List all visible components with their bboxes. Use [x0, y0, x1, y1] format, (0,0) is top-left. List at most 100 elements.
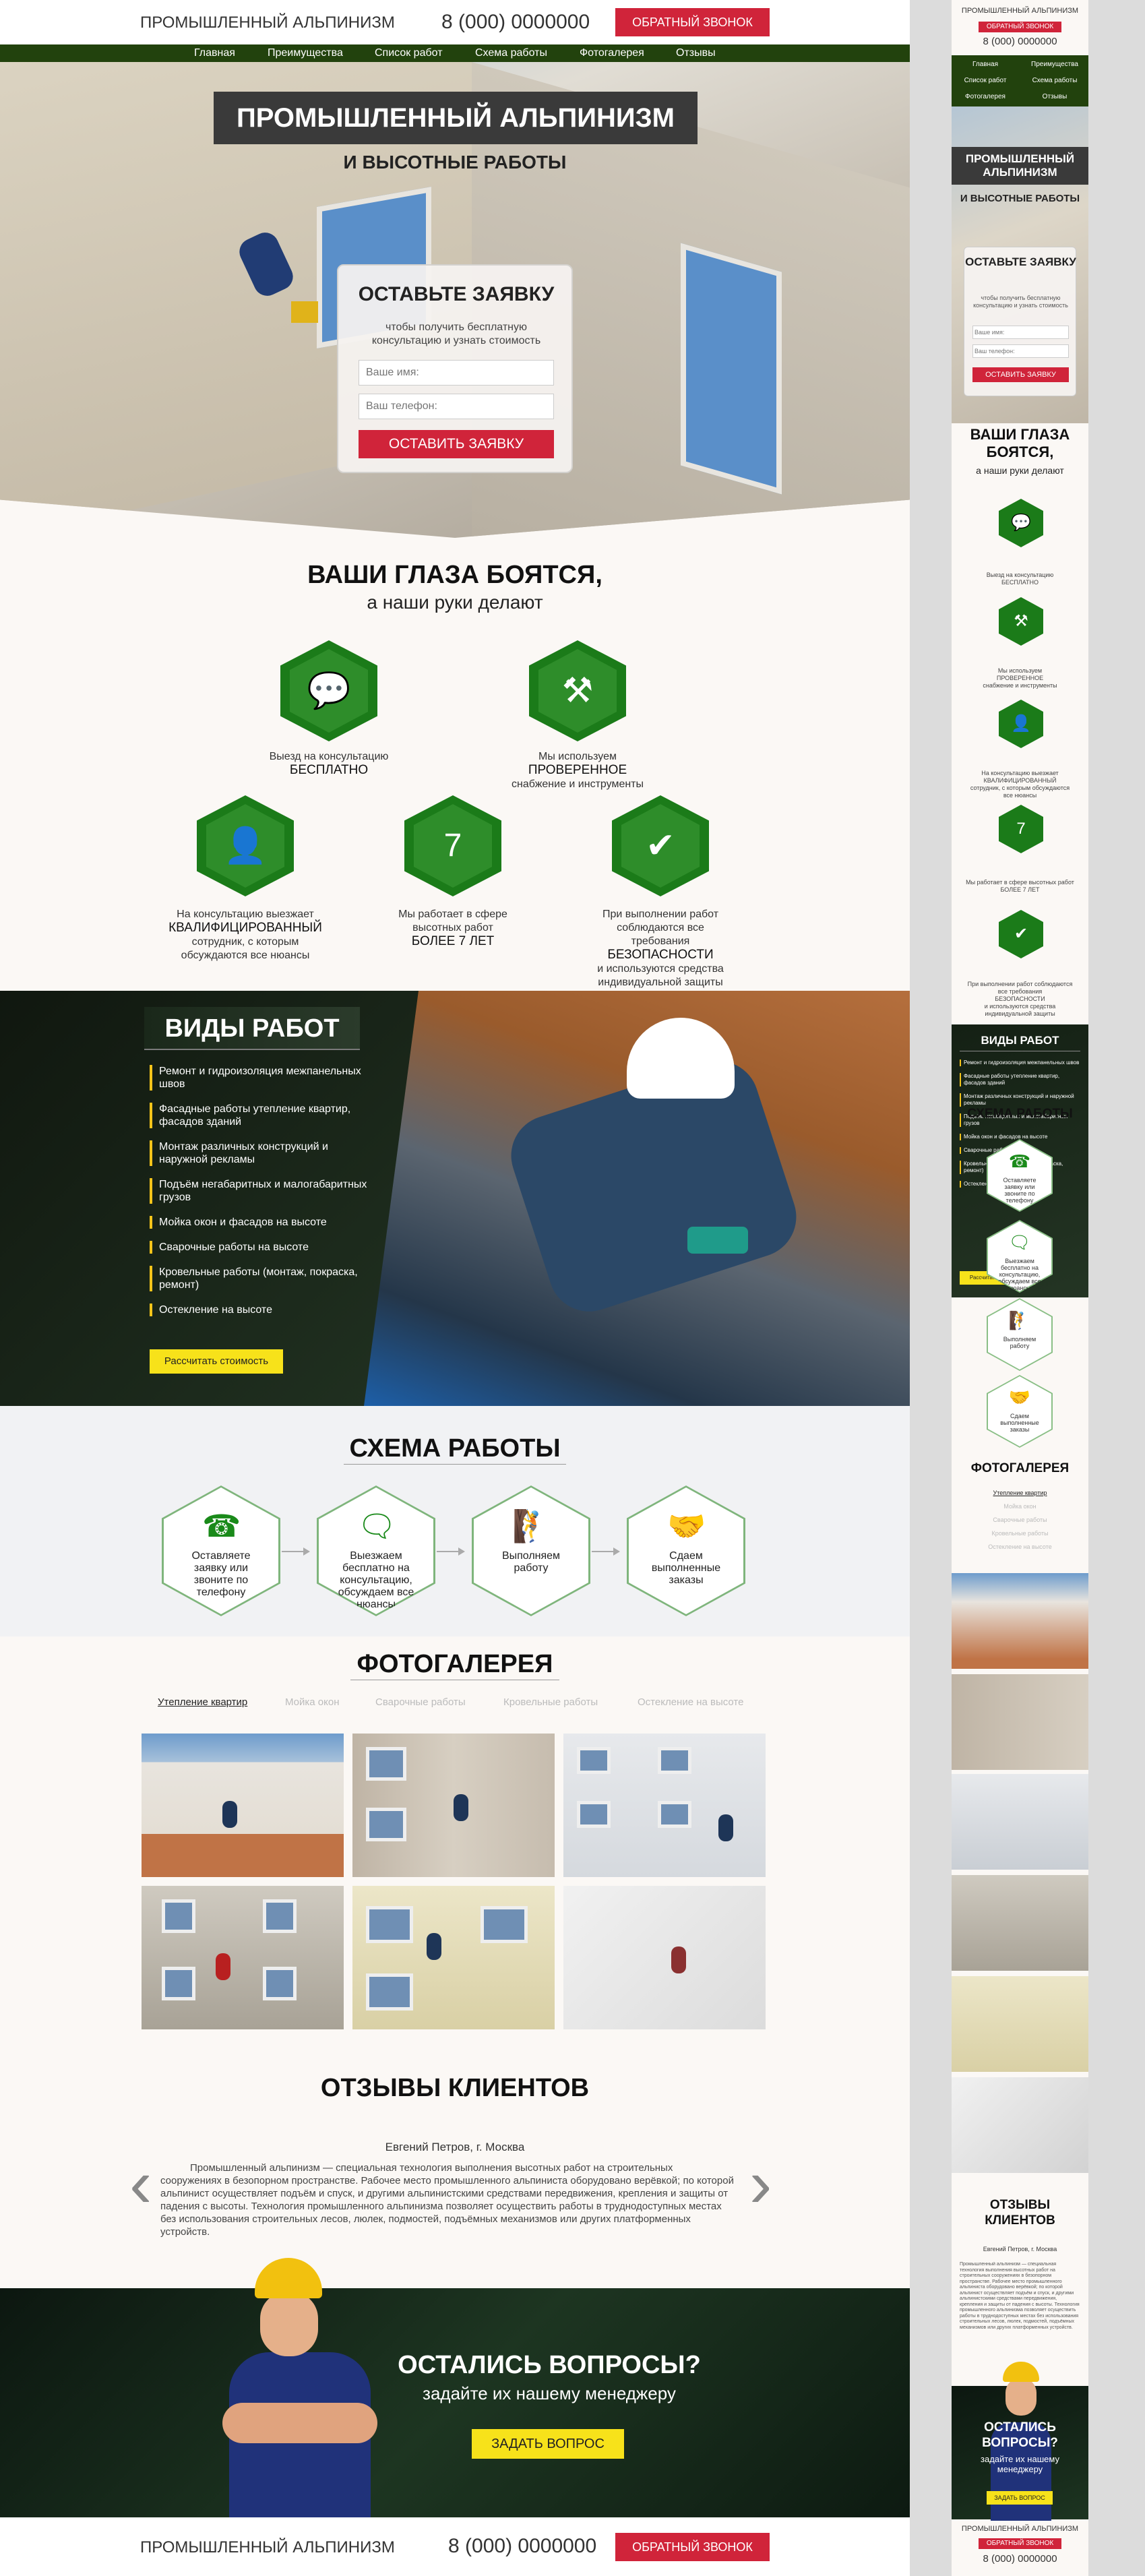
tab-windows[interactable]: Мойка окон: [285, 1696, 340, 1708]
gallery-photo[interactable]: [352, 1886, 555, 2029]
request-form: ОСТАВЬТЕ ЗАЯВКУ чтобы получить бесплатну…: [337, 264, 573, 473]
chevron-left-icon[interactable]: ‹: [129, 2150, 154, 2224]
name-field[interactable]: [359, 360, 554, 386]
arrow-icon: [437, 1547, 465, 1556]
tab-roofing[interactable]: Кровельные работы: [952, 1530, 1088, 1537]
gallery-photo[interactable]: [952, 1875, 1088, 1971]
nav-item-advantages[interactable]: Преимущества: [1021, 61, 1088, 68]
manager-photo: [222, 2258, 384, 2517]
desktop-layout: ПРОМЫШЛЕННЫЙ АЛЬПИНИЗМ 8 (000) 0000000 О…: [0, 0, 910, 2576]
jackhammer-icon: ⚒: [999, 597, 1043, 646]
tab-glazing[interactable]: Остекление на высоте: [952, 1543, 1088, 1550]
phone-icon: ☎: [202, 1508, 241, 1543]
nav-item-reviews[interactable]: Отзывы: [676, 47, 716, 59]
name-field[interactable]: [972, 326, 1069, 339]
gallery-photo[interactable]: [142, 1886, 344, 2029]
advantage-experience: Мы работает в сфере высотных работ БОЛЕЕ …: [966, 879, 1074, 893]
scheme-section: СХЕМА РАБОТЫ ☎ Оставляете заявку или звон…: [0, 1406, 910, 1636]
ask-question-button[interactable]: ЗАДАТЬ ВОПРОС: [472, 2429, 624, 2459]
tab-insulation[interactable]: Утепление квартир: [952, 1490, 1088, 1496]
gallery-photo[interactable]: [952, 2077, 1088, 2173]
nav-item-reviews[interactable]: Отзывы: [1021, 93, 1088, 100]
phone-number[interactable]: 8 (000) 0000000: [952, 36, 1088, 47]
hero-title: ПРОМЫШЛЕННЫЙ АЛЬПИНИЗМ: [952, 147, 1088, 185]
submit-request-button[interactable]: ОСТАВИТЬ ЗАЯВКУ: [359, 430, 554, 458]
tab-windows[interactable]: Мойка окон: [952, 1503, 1088, 1510]
scheme-step-work: 🧗 Выполняем работу: [987, 1298, 1053, 1371]
gallery-photo[interactable]: [952, 1674, 1088, 1770]
submit-request-button[interactable]: ОСТАВИТЬ ЗАЯВКУ: [972, 367, 1069, 382]
phone-field[interactable]: [359, 394, 554, 419]
brand-name: ПРОМЫШЛЕННЫЙ АЛЬПИНИЗМ: [961, 2525, 1079, 2533]
gallery-photo[interactable]: [952, 1774, 1088, 1870]
brand-name: ПРОМЫШЛЕННЫЙ АЛЬПИНИЗМ: [961, 7, 1079, 15]
tab-welding[interactable]: Сварочные работы: [952, 1516, 1088, 1523]
chevron-right-icon[interactable]: ›: [749, 2150, 774, 2224]
questions-title: ОСТАЛИСЬ ВОПРОСЫ?: [982, 2420, 1058, 2450]
tool-bag: [291, 301, 318, 323]
nav-item-scheme[interactable]: Схема работы: [475, 47, 547, 59]
calculate-cost-button[interactable]: Рассчитать стоимость: [150, 1349, 283, 1374]
gallery-photo[interactable]: [142, 1734, 344, 1877]
questions-subtitle: задайте их нашему менеджеру: [423, 2383, 676, 2403]
form-title: ОСТАВЬТЕ ЗАЯВКУ: [358, 283, 555, 305]
form-title: ОСТАВЬТЕ ЗАЯВКУ: [965, 255, 1076, 268]
nav-item-home[interactable]: Главная: [952, 61, 1019, 68]
nav-item-scheme[interactable]: Схема работы: [1021, 77, 1088, 84]
seven-icon: 7: [999, 805, 1043, 853]
consultant-icon: 🗨: [1008, 1232, 1031, 1252]
scheme-step-request: ☎ Оставляете заявку или звоните по телефо…: [162, 1485, 280, 1616]
shield-check-icon: ✔: [999, 910, 1043, 958]
callback-button[interactable]: ОБРАТНЫЙ ЗВОНОК: [615, 2533, 770, 2561]
advantages-title: ВАШИ ГЛАЗА БОЯТСЯ,: [970, 426, 1070, 460]
header: ПРОМЫШЛЕННЫЙ АЛЬПИНИЗМ 8 (000) 0000000 О…: [0, 0, 910, 44]
nav-item-home[interactable]: Главная: [194, 47, 235, 59]
list-item: Мойка окон и фасадов на высоте: [150, 1216, 372, 1229]
tab-insulation[interactable]: Утепление квартир: [158, 1696, 247, 1708]
phone-field[interactable]: [972, 344, 1069, 358]
list-item: Фасадные работы утепление квартир, фасад…: [960, 1073, 1080, 1086]
phone-number[interactable]: 8 (000) 0000000: [952, 2553, 1088, 2565]
climber-icon: 🧗: [512, 1508, 551, 1543]
list-item: Ремонт и гидроизоляция межпанельных швов: [960, 1060, 1080, 1066]
advantage-specialist: На консультацию выезжает КВАЛИФИЦИРОВАННЫ…: [970, 770, 1070, 799]
scheme-title: СХЕМА РАБОТЫ: [967, 1107, 1073, 1121]
review-text: Промышленный альпинизм — специальная тех…: [160, 2162, 734, 2238]
gallery-photo[interactable]: [952, 1573, 1088, 1669]
person-icon: 👤: [197, 795, 294, 896]
nav-item-gallery[interactable]: Фотогалерея: [952, 93, 1019, 100]
tab-glazing[interactable]: Остекление на высоте: [638, 1696, 743, 1708]
arrow-icon: [592, 1547, 620, 1556]
work-types-title: ВИДЫ РАБОТ: [144, 1007, 360, 1050]
nav-item-works[interactable]: Список работ: [375, 47, 443, 59]
callback-button[interactable]: ОБРАТНЫЙ ЗВОНОК: [615, 8, 770, 36]
gallery-photo[interactable]: [952, 1976, 1088, 2072]
brand-name: ПРОМЫШЛЕННЫЙ АЛЬПИНИЗМ: [140, 13, 395, 32]
nav-item-works[interactable]: Список работ: [952, 77, 1019, 84]
mobile-layout: ПРОМЫШЛЕННЫЙ АЛЬПИНИЗМ ОБРАТНЫЙ ЗВОНОК 8…: [952, 0, 1088, 2576]
footer: ПРОМЫШЛЕННЫЙ АЛЬПИНИЗМ 8 (000) 0000000 О…: [0, 2517, 910, 2576]
nav-item-advantages[interactable]: Преимущества: [268, 47, 343, 59]
callback-button[interactable]: ОБРАТНЫЙ ЗВОНОК: [979, 2538, 1061, 2549]
nav-item-gallery[interactable]: Фотогалерея: [580, 47, 644, 59]
gallery-photo[interactable]: [563, 1734, 766, 1877]
work-types-list: Ремонт и гидроизоляция межпанельных швов…: [150, 1065, 372, 1316]
advantage-equipment: Мы используем ПРОВЕРЕННОЕ снабжение и инст…: [983, 667, 1057, 689]
handshake-icon: 🤝: [667, 1508, 706, 1543]
gallery-photo[interactable]: [563, 1886, 766, 2029]
advantage-safety: При выполнении работ соблюдаются все тре…: [597, 909, 724, 988]
tab-welding[interactable]: Сварочные работы: [375, 1696, 466, 1708]
advantage-experience: Мы работает в сфере высотных работ БОЛЕЕ …: [398, 909, 507, 948]
main-nav: Главная Преимущества Список работ Схема …: [952, 55, 1088, 106]
hero-title: ПРОМЫШЛЕННЫЙ АЛЬПИНИЗМ: [214, 92, 698, 144]
list-item: Сварочные работы на высоте: [150, 1241, 372, 1254]
phone-number[interactable]: 8 (000) 0000000: [448, 2535, 596, 2558]
gallery-photo[interactable]: [352, 1734, 555, 1877]
phone-number[interactable]: 8 (000) 0000000: [441, 11, 590, 34]
ask-question-button[interactable]: ЗАДАТЬ ВОПРОС: [987, 2491, 1053, 2505]
advantage-free-visit: Выезд на консультацию БЕСПЛАТНО: [986, 572, 1054, 586]
tab-roofing[interactable]: Кровельные работы: [503, 1696, 598, 1708]
main-nav: Главная Преимущества Список работ Схема …: [0, 44, 910, 62]
scheme-step-delivery: 🤝 Сдаем выполненные заказы: [987, 1375, 1053, 1448]
callback-button[interactable]: ОБРАТНЫЙ ЗВОНОК: [979, 22, 1061, 32]
